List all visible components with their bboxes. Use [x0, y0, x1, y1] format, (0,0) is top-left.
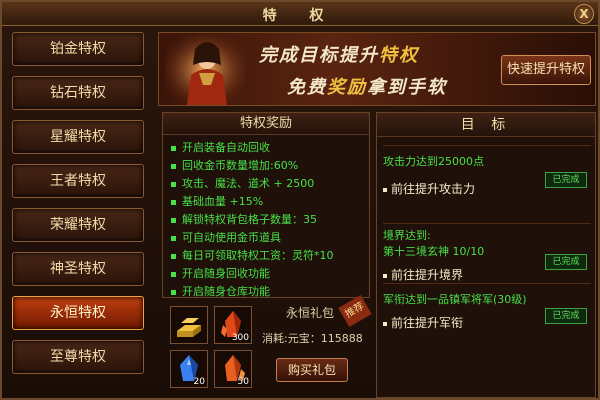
gift-cost: 消耗:元宝：115888	[262, 332, 363, 345]
status-badge: 已完成	[545, 308, 587, 324]
privilege-window: 特 权 X 铂金特权 钻石特权 星耀特权 王者特权 荣耀特权 神圣特权 永恒特权…	[0, 0, 600, 400]
gift-pack-name: 永恒礼包	[286, 306, 335, 320]
banner-headline: 完成目标提升特权	[259, 41, 419, 67]
list-item: 开启随身仓库功能	[171, 283, 361, 297]
list-item: 每日可领取特权工资：灵符*10	[171, 247, 361, 265]
sidebar-item-eternal[interactable]: 永恒特权	[12, 296, 144, 330]
list-item: 开启装备自动回收	[171, 139, 361, 157]
privilege-rewards-panel: 特权奖励 开启装备自动回收 回收金币数量增加:60% 攻击、魔法、道术 + 25…	[162, 112, 370, 298]
list-item: 攻击、魔法、道术 + 2500	[171, 175, 361, 193]
item-slot-red-crystal[interactable]: 300	[214, 306, 252, 344]
quick-upgrade-button[interactable]: 快速提升特权	[501, 55, 591, 85]
banner-line2-prefix: 免费	[287, 77, 327, 98]
goal-action-link[interactable]: 前往提升军衔	[383, 314, 463, 331]
sidebar-item-diamond[interactable]: 钻石特权	[12, 76, 144, 110]
list-item: 解锁特权背包格子数量：35	[171, 211, 361, 229]
rewards-list[interactable]: 开启装备自动回收 回收金币数量增加:60% 攻击、魔法、道术 + 2500 基础…	[163, 135, 369, 297]
sidebar-item-platinum[interactable]: 铂金特权	[12, 32, 144, 66]
banner-subline: 免费奖励拿到手软	[287, 73, 447, 99]
gift-pack-area: 300 20 50 永恒礼包 推荐 消耗:元宝：115888 购买礼包	[162, 294, 372, 398]
goal-card-rank: 军衔达到一品镇军将军(30级) 前往提升军衔 已完成	[383, 283, 591, 363]
goals-panel: 目 标 攻击力达到25000点 前往提升攻击力 已完成 境界达到: 第十三境玄神…	[376, 112, 596, 398]
rewards-title: 特权奖励	[163, 113, 369, 135]
slot-count: 300	[231, 333, 249, 343]
item-slot-gold[interactable]	[170, 306, 208, 344]
sidebar-item-glory[interactable]: 荣耀特权	[12, 208, 144, 242]
list-item: 开启随身回收功能	[171, 265, 361, 283]
status-badge: 已完成	[545, 254, 587, 270]
sidebar-item-king[interactable]: 王者特权	[12, 164, 144, 198]
goals-title: 目 标	[377, 113, 595, 137]
item-slot-orange-crystal[interactable]: 50	[214, 350, 252, 388]
recommend-tag: 推荐	[338, 294, 372, 328]
title-bar: 特 权 X	[2, 2, 598, 26]
goal-card-attack: 攻击力达到25000点 前往提升攻击力 已完成	[383, 145, 591, 221]
list-item: 可自动使用金币道具	[171, 229, 361, 247]
banner-line2-suffix: 拿到手软	[367, 77, 447, 98]
goal-condition: 军衔达到一品镇军将军(30级)	[383, 293, 527, 306]
sidebar-item-sacred[interactable]: 神圣特权	[12, 252, 144, 286]
goal-action-link[interactable]: 前往提升攻击力	[383, 180, 475, 197]
item-slot-blue-crystal[interactable]: 20	[170, 350, 208, 388]
banner-line1-text: 完成目标提升	[259, 45, 379, 66]
list-item: 基础血量 +15%	[171, 193, 361, 211]
banner-line1-highlight: 特权	[379, 45, 419, 66]
sidebar-item-supreme[interactable]: 至尊特权	[12, 340, 144, 374]
goal-action-link[interactable]: 前往提升境界	[383, 266, 463, 283]
status-badge: 已完成	[545, 172, 587, 188]
slot-count: 20	[193, 377, 205, 387]
list-item: 回收金币数量增加:60%	[171, 157, 361, 175]
goal-condition: 境界达到:	[383, 229, 431, 242]
goal-condition: 攻击力达到25000点	[383, 155, 484, 168]
heroine-portrait-icon	[165, 35, 245, 105]
privilege-sidebar: 铂金特权 钻石特权 星耀特权 王者特权 荣耀特权 神圣特权 永恒特权 至尊特权	[12, 32, 146, 384]
close-button[interactable]: X	[574, 4, 594, 24]
buy-gift-button[interactable]: 购买礼包	[276, 358, 348, 382]
banner-line2-highlight: 奖励	[327, 77, 367, 98]
promo-banner: 完成目标提升特权 免费奖励拿到手软 快速提升特权	[158, 32, 596, 106]
window-title: 特 权	[262, 8, 338, 24]
gold-bars-icon	[177, 318, 201, 337]
sidebar-item-star[interactable]: 星耀特权	[12, 120, 144, 154]
slot-count: 50	[237, 377, 249, 387]
